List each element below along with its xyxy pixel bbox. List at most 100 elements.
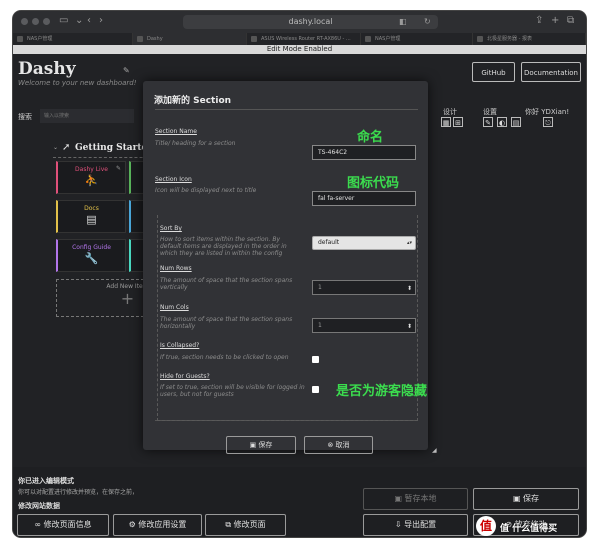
- watermark-logo-icon: 值: [476, 516, 496, 536]
- close-window-button[interactable]: [21, 18, 28, 25]
- search-input[interactable]: [40, 109, 134, 123]
- num-rows-label: Num Rows: [160, 265, 192, 272]
- page-title: Dashy: [18, 59, 76, 79]
- modal-cancel-label: 取消: [335, 441, 350, 449]
- annotation-icon-code: 图标代码: [347, 176, 400, 191]
- hide-guests-desc: If set to true, section will be visible …: [160, 384, 305, 398]
- is-collapsed-checkbox[interactable]: [312, 356, 319, 363]
- tab-report[interactable]: 北极星服务器 - 报表: [473, 33, 586, 45]
- stepper-icon[interactable]: ⬍: [407, 282, 412, 295]
- hide-guests-checkbox[interactable]: [312, 386, 319, 393]
- back-icon[interactable]: ‹: [87, 15, 91, 27]
- section-icon-label: Section Icon: [155, 176, 192, 183]
- forward-icon[interactable]: ›: [99, 15, 103, 27]
- save-local-label: 暂存本地: [404, 494, 437, 503]
- modal-title: 添加新的 Section: [154, 96, 232, 106]
- layout-label: 设计: [443, 108, 457, 116]
- app-settings-icon: ⚙: [128, 520, 139, 529]
- export-icon: ⇩: [394, 520, 405, 529]
- tab-overview-icon[interactable]: ⧉: [567, 15, 574, 27]
- num-cols-input[interactable]: 1 ⬍: [312, 318, 416, 333]
- search-label: 搜索: [18, 113, 32, 121]
- save-config-label: 保存: [523, 494, 540, 503]
- settings-label: 设置: [483, 108, 497, 116]
- edit-pages-label: 修改页面: [233, 520, 266, 529]
- reader-icon[interactable]: ◧: [399, 16, 407, 28]
- user-icon: ⛹: [84, 174, 99, 187]
- num-cols-label: Num Cols: [160, 304, 189, 311]
- section-name-input[interactable]: TS-464C2: [312, 145, 416, 160]
- export-config-label: 导出配置: [404, 520, 437, 529]
- modal-save-label: 保存: [258, 441, 273, 449]
- share-icon[interactable]: ⇪: [535, 15, 543, 27]
- new-tab-icon[interactable]: +: [551, 15, 559, 27]
- sort-by-value: default: [318, 239, 340, 246]
- item-label: Config Guide: [72, 244, 111, 251]
- user-greeting: 你好 YDXian!: [525, 108, 570, 116]
- tab-nas-2[interactable]: NAS户管理: [361, 33, 473, 45]
- sort-by-select[interactable]: default ▴▾: [312, 236, 416, 250]
- theme-icon[interactable]: ◐: [497, 117, 507, 127]
- section-name-desc: Title/ heading for a section: [155, 140, 236, 147]
- minimize-window-button[interactable]: [32, 18, 39, 25]
- edit-page-info-label: 修改页面信息: [43, 520, 92, 529]
- documentation-link[interactable]: Documentation: [521, 62, 581, 82]
- layout-grid-icon[interactable]: ⊞: [453, 117, 463, 127]
- wrench-icon: 🔧: [84, 252, 99, 265]
- watermark-text: 值 什么值得买: [500, 524, 558, 534]
- tab-asus-router[interactable]: ASUS Wireless Router RT-AX86U - ...: [247, 33, 361, 45]
- edit-app-settings-button[interactable]: ⚙ 修改应用设置: [113, 514, 202, 536]
- section-name-label: Section Name: [155, 128, 197, 135]
- save-local-icon: ▣: [394, 494, 405, 503]
- tab-nas-1[interactable]: NAS户管理: [13, 33, 133, 45]
- item-docs[interactable]: Docs ▤: [56, 200, 126, 233]
- edit-title-icon[interactable]: ✎: [123, 66, 130, 75]
- modal-form: Section Name Title/ heading for a sectio…: [155, 109, 418, 421]
- annotation-hide-guests: 是否为游客隐藏: [336, 384, 428, 399]
- edit-mode-notice-title: 你已进入编辑模式: [18, 477, 74, 485]
- num-rows-input[interactable]: 1 ⬍: [312, 280, 416, 295]
- edit-page-info-icon: ∞: [34, 520, 44, 529]
- layout-auto-icon[interactable]: ▦: [441, 117, 451, 127]
- logout-icon[interactable]: ⎋: [543, 117, 553, 127]
- is-collapsed-label: Is Collapsed?: [160, 342, 200, 349]
- tab-dashy[interactable]: Dashy: [133, 33, 247, 45]
- item-dashy-live[interactable]: Dashy Live ⛹ ✎: [56, 161, 126, 194]
- num-rows-value: 1: [318, 284, 322, 291]
- zoom-window-button[interactable]: [43, 18, 50, 25]
- page-subtitle: Welcome to your new dashboard!: [18, 79, 137, 87]
- edit-item-icon[interactable]: ✎: [116, 165, 121, 172]
- sidebar-icon[interactable]: ▭: [59, 15, 68, 27]
- language-icon[interactable]: ▤: [511, 117, 521, 127]
- item-label: Docs: [84, 205, 99, 212]
- close-icon: ⊗: [327, 441, 336, 449]
- github-link[interactable]: GitHub: [472, 62, 515, 82]
- modal-cancel-button[interactable]: ⊗ 取消: [304, 436, 373, 454]
- edit-page-info-button[interactable]: ∞ 修改页面信息: [17, 514, 109, 536]
- reload-icon[interactable]: ↻: [424, 16, 431, 28]
- sort-by-label: Sort By: [160, 225, 182, 232]
- config-icon[interactable]: ✎: [483, 117, 493, 127]
- resize-handle-icon[interactable]: ◢: [432, 447, 437, 454]
- chevron-down-icon[interactable]: ⌄: [75, 15, 83, 27]
- edit-mode-banner: Edit Mode Enabled: [13, 45, 586, 54]
- edit-pages-icon: ⧉: [225, 520, 234, 529]
- sort-by-desc: How to sort items within the section. By…: [160, 236, 287, 257]
- section-icon-desc: Icon will be displayed next to title: [155, 187, 257, 194]
- edit-pages-button[interactable]: ⧉ 修改页面: [205, 514, 286, 536]
- save-config-button[interactable]: ▣ 保存: [473, 488, 579, 510]
- browser-titlebar: ▭ ⌄ ‹ › dashy.local ◧ ↻ ⇪ + ⧉: [13, 11, 586, 33]
- stepper-icon[interactable]: ⬍: [407, 320, 412, 333]
- num-cols-desc: The amount of space that the section spa…: [160, 316, 293, 330]
- is-collapsed-desc: If true, section needs to be clicked to …: [160, 354, 289, 361]
- section-icon-input[interactable]: fal fa-server: [312, 191, 416, 206]
- book-icon: ▤: [86, 213, 97, 226]
- modal-save-button[interactable]: ▣ 保存: [226, 436, 296, 454]
- annotation-name: 命名: [357, 130, 384, 145]
- item-config-guide[interactable]: Config Guide 🔧: [56, 239, 126, 272]
- section-title: Getting Started: [75, 143, 154, 153]
- chevron-down-icon: ▴▾: [406, 240, 412, 246]
- export-config-button[interactable]: ⇩ 导出配置: [363, 514, 468, 536]
- floppy-icon: ▣: [512, 494, 524, 503]
- save-local-button[interactable]: ▣ 暂存本地: [363, 488, 468, 510]
